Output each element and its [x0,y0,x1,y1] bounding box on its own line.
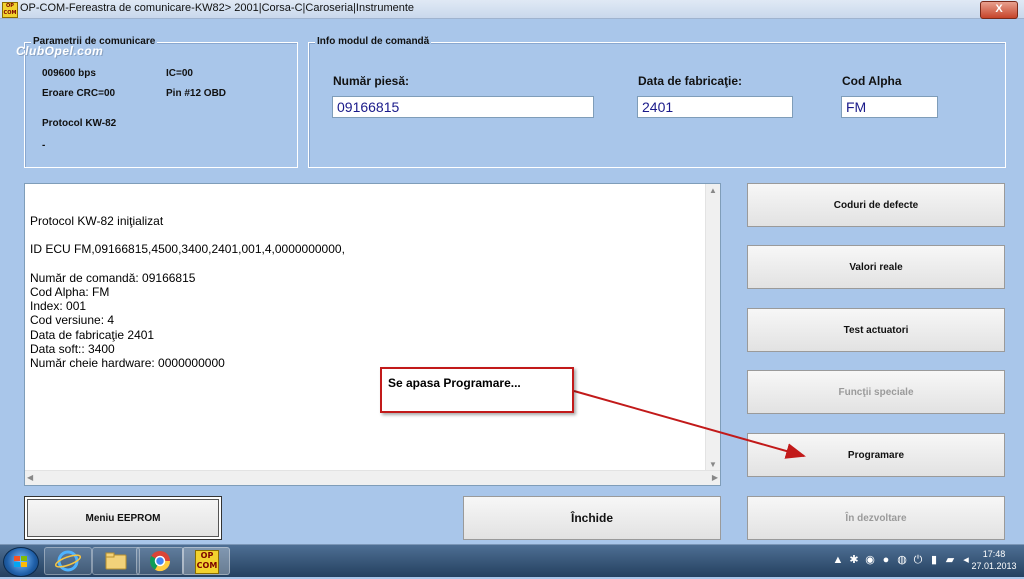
app-tray-icon[interactable]: ● [880,553,892,567]
taskbar-internet-explorer[interactable] [44,547,92,575]
start-button[interactable] [3,547,39,577]
opcom-taskbar-icon: OP COM [195,550,219,574]
show-hidden-icons-icon[interactable]: ▲ [832,553,844,567]
callout-arrow [573,390,806,459]
taskbar-explorer[interactable] [92,547,140,575]
battery-icon[interactable]: ▮ [928,553,940,567]
chrome-icon [149,551,171,572]
update-icon[interactable]: ◍ [896,553,908,567]
signal-icon[interactable]: ▰ [944,553,956,567]
taskbar-opcom[interactable]: OP COM [182,547,230,575]
internet-explorer-icon [54,550,82,572]
taskbar-chrome[interactable] [136,547,184,575]
system-tray: ▲ ✱ ◉ ● ◍ ⏻ ▮ ▰ ◂ [832,553,972,567]
taskbar-clock[interactable]: 17:48 27.01.2013 [970,548,1018,572]
network-icon[interactable]: ◉ [864,553,876,567]
folder-icon [105,552,127,570]
power-icon[interactable]: ⏻ [912,553,924,567]
taskbar: OP COM ▲ ✱ ◉ ● ◍ ⏻ ▮ ▰ ◂ 17:48 27.01.201… [0,544,1024,577]
instruction-callout: Se apasa Programare... [380,367,574,413]
clock-time: 17:48 [982,549,1006,559]
windows-logo-icon [14,556,27,567]
bluetooth-icon[interactable]: ✱ [848,553,860,567]
clock-date: 27.01.2013 [971,561,1017,571]
